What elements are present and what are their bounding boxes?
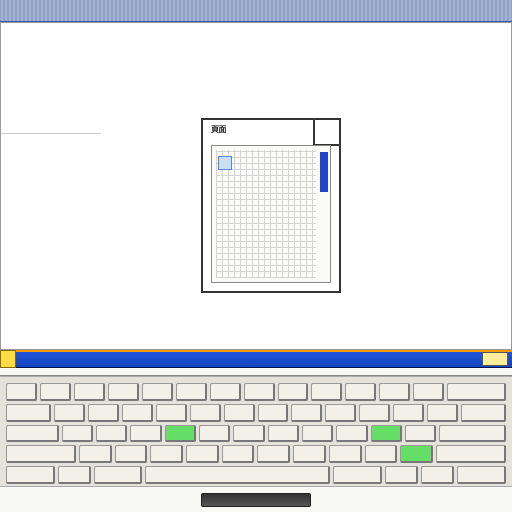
key[interactable] bbox=[325, 404, 356, 422]
document-file-icon[interactable]: 頁面 bbox=[201, 118, 341, 293]
key[interactable] bbox=[385, 466, 418, 484]
key[interactable] bbox=[186, 445, 219, 463]
page-fold-corner-icon bbox=[313, 118, 341, 146]
status-right-indicator bbox=[482, 352, 508, 366]
key[interactable] bbox=[379, 383, 410, 401]
hinge-strip bbox=[0, 368, 512, 376]
key[interactable] bbox=[199, 425, 230, 443]
margin-guide-line bbox=[1, 133, 101, 134]
key-enter[interactable] bbox=[439, 425, 506, 443]
key[interactable] bbox=[329, 445, 362, 463]
window-titlebar bbox=[0, 0, 512, 22]
key-highlighted[interactable] bbox=[400, 445, 433, 463]
key[interactable] bbox=[142, 383, 173, 401]
key[interactable] bbox=[210, 383, 241, 401]
key[interactable] bbox=[54, 404, 85, 422]
key[interactable] bbox=[222, 445, 255, 463]
key[interactable] bbox=[74, 383, 105, 401]
trackpad[interactable] bbox=[201, 493, 311, 507]
key[interactable] bbox=[336, 425, 367, 443]
status-left-indicator bbox=[0, 350, 16, 368]
keyboard-row-3 bbox=[6, 425, 506, 443]
document-preview-body bbox=[211, 145, 331, 283]
keyboard-row-2 bbox=[6, 404, 506, 422]
key[interactable] bbox=[293, 445, 326, 463]
key[interactable] bbox=[345, 383, 376, 401]
key[interactable] bbox=[79, 445, 112, 463]
key[interactable] bbox=[258, 404, 289, 422]
key[interactable] bbox=[278, 383, 309, 401]
key[interactable] bbox=[176, 383, 207, 401]
key-ctrl-right[interactable] bbox=[457, 466, 506, 484]
key[interactable] bbox=[115, 445, 148, 463]
laptop-screen: 頁面 bbox=[0, 0, 512, 512]
key[interactable] bbox=[156, 404, 187, 422]
key[interactable] bbox=[393, 404, 424, 422]
keyboard-row-4 bbox=[6, 445, 506, 463]
key[interactable] bbox=[311, 383, 342, 401]
key-highlighted[interactable] bbox=[371, 425, 402, 443]
key-backspace[interactable] bbox=[447, 383, 506, 401]
keyboard-row-1 bbox=[6, 383, 506, 401]
key-alt-left[interactable] bbox=[94, 466, 143, 484]
key[interactable] bbox=[359, 404, 390, 422]
key-highlighted[interactable] bbox=[165, 425, 196, 443]
keyboard-row-5 bbox=[6, 466, 506, 484]
key-tab[interactable] bbox=[6, 404, 51, 422]
key[interactable] bbox=[233, 425, 264, 443]
status-bar bbox=[0, 350, 512, 368]
key[interactable] bbox=[6, 383, 37, 401]
key[interactable] bbox=[257, 445, 290, 463]
key[interactable] bbox=[291, 404, 322, 422]
key[interactable] bbox=[268, 425, 299, 443]
key[interactable] bbox=[461, 404, 506, 422]
key-ctrl-left[interactable] bbox=[6, 466, 55, 484]
key[interactable] bbox=[122, 404, 153, 422]
key-capslock[interactable] bbox=[6, 425, 59, 443]
key[interactable] bbox=[224, 404, 255, 422]
key[interactable] bbox=[62, 425, 93, 443]
key[interactable] bbox=[302, 425, 333, 443]
key[interactable] bbox=[365, 445, 398, 463]
document-scroll-indicator bbox=[320, 152, 328, 192]
key[interactable] bbox=[421, 466, 454, 484]
key-shift-right[interactable] bbox=[436, 445, 506, 463]
key[interactable] bbox=[88, 404, 119, 422]
laptop-base bbox=[0, 486, 512, 512]
key[interactable] bbox=[190, 404, 221, 422]
document-header-label: 頁面 bbox=[211, 126, 301, 135]
key[interactable] bbox=[150, 445, 183, 463]
key[interactable] bbox=[427, 404, 458, 422]
document-header: 頁面 bbox=[203, 120, 309, 141]
key[interactable] bbox=[58, 466, 91, 484]
key[interactable] bbox=[96, 425, 127, 443]
document-accent-mark bbox=[218, 156, 232, 170]
workspace-area[interactable]: 頁面 bbox=[0, 22, 512, 350]
key[interactable] bbox=[405, 425, 436, 443]
keyboard bbox=[0, 376, 512, 486]
key-shift-left[interactable] bbox=[6, 445, 76, 463]
key[interactable] bbox=[40, 383, 71, 401]
key[interactable] bbox=[108, 383, 139, 401]
key-alt-right[interactable] bbox=[333, 466, 382, 484]
key[interactable] bbox=[413, 383, 444, 401]
key-spacebar[interactable] bbox=[145, 466, 330, 484]
key[interactable] bbox=[130, 425, 161, 443]
key[interactable] bbox=[244, 383, 275, 401]
